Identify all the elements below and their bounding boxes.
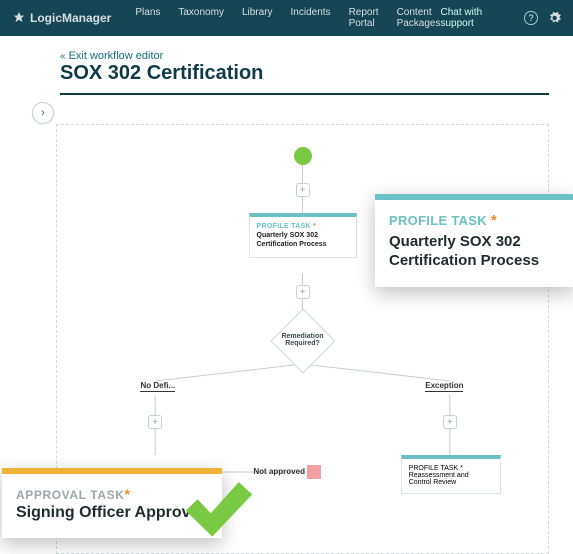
chevron-left-double-icon: « (60, 51, 63, 62)
page: « Exit workflow editor › SOX 302 Certifi… (0, 36, 573, 95)
expand-sidebar-button[interactable]: › (32, 102, 54, 124)
help-icon[interactable]: ? (524, 11, 537, 25)
nav-incidents[interactable]: Incidents (291, 7, 331, 29)
exit-workflow-link[interactable]: « Exit workflow editor (60, 50, 549, 62)
chevron-right-icon: › (41, 107, 45, 119)
brand-logo: LogicManager (12, 11, 111, 25)
callout-title: Quarterly SOX 302 Certification Process (389, 233, 561, 271)
branch-label-right[interactable]: Exception (425, 381, 463, 392)
page-title: SOX 302 Certification (60, 62, 549, 85)
nav-content-packages[interactable]: Content Packages (397, 7, 441, 29)
exit-label: Exit workflow editor (69, 50, 164, 62)
task-title: Reassessment and Control Review (409, 472, 493, 486)
nav-report-portal[interactable]: Report Portal (349, 7, 379, 29)
task-type-label: PROFILE TASK * (409, 465, 493, 472)
gear-icon[interactable] (548, 11, 561, 25)
brand-name: LogicManager (30, 11, 111, 25)
checkmark-icon (178, 468, 256, 546)
add-node-button[interactable]: + (443, 415, 457, 429)
add-node-button[interactable]: + (296, 183, 310, 197)
start-node[interactable] (294, 147, 312, 165)
task-type-label: PROFILE TASK * (257, 223, 349, 230)
task-node-profile[interactable]: PROFILE TASK * Reassessment and Control … (401, 455, 501, 494)
nav-right: Chat with support ? (440, 7, 561, 29)
task-node-profile[interactable]: PROFILE TASK * Quarterly SOX 302 Certifi… (249, 213, 357, 258)
primary-nav: Plans Taxonomy Library Incidents Report … (135, 7, 440, 29)
decision-label: Remediation Required? (273, 333, 333, 347)
end-node[interactable] (307, 465, 321, 479)
edge-label-not-approved: Not approved (253, 467, 305, 476)
title-divider (60, 93, 549, 95)
nav-taxonomy[interactable]: Taxonomy (178, 7, 224, 29)
chat-link[interactable]: Chat with support (440, 7, 514, 29)
callout-type-label: PROFILE TASK * (389, 212, 561, 229)
add-node-button[interactable]: + (296, 285, 310, 299)
logo-icon (12, 11, 26, 25)
add-node-button[interactable]: + (148, 415, 162, 429)
nav-plans[interactable]: Plans (135, 7, 160, 29)
nav-library[interactable]: Library (242, 7, 273, 29)
branch-label-left[interactable]: No Defi... (140, 381, 175, 392)
top-nav: LogicManager Plans Taxonomy Library Inci… (0, 0, 573, 36)
callout-profile-task: PROFILE TASK * Quarterly SOX 302 Certifi… (375, 194, 573, 287)
task-title: Quarterly SOX 302 Certification Process (257, 232, 349, 250)
